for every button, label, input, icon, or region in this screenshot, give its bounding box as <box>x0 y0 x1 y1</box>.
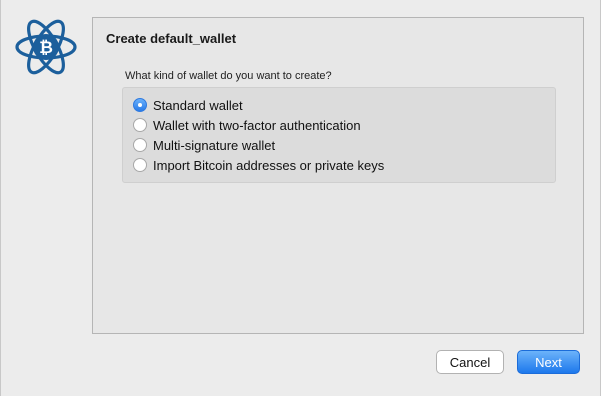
radio-two-factor-wallet[interactable] <box>133 118 147 132</box>
wizard-panel: Create default_wallet What kind of walle… <box>92 17 584 334</box>
option-label: Standard wallet <box>153 97 243 113</box>
wizard-window: ₿ Create default_wallet What kind of wal… <box>0 0 601 396</box>
panel-title: Create default_wallet <box>106 31 237 46</box>
radio-multisig-wallet[interactable] <box>133 138 147 152</box>
option-import-keys[interactable]: Import Bitcoin addresses or private keys <box>133 156 384 174</box>
electrum-logo-icon: ₿ <box>13 14 79 80</box>
wallet-type-question: What kind of wallet do you want to creat… <box>125 70 332 82</box>
radio-standard-wallet[interactable] <box>133 98 147 112</box>
wallet-type-options: Standard wallet Wallet with two-factor a… <box>122 87 556 183</box>
radio-import-keys[interactable] <box>133 158 147 172</box>
svg-text:₿: ₿ <box>39 38 53 58</box>
option-standard-wallet[interactable]: Standard wallet <box>133 96 243 114</box>
option-label: Multi-signature wallet <box>153 137 276 153</box>
option-two-factor-wallet[interactable]: Wallet with two-factor authentication <box>133 116 361 134</box>
option-multisig-wallet[interactable]: Multi-signature wallet <box>133 136 275 154</box>
next-button[interactable]: Next <box>517 350 580 374</box>
cancel-button[interactable]: Cancel <box>436 350 504 374</box>
option-label: Wallet with two-factor authentication <box>153 117 361 133</box>
option-label: Import Bitcoin addresses or private keys <box>153 157 385 173</box>
